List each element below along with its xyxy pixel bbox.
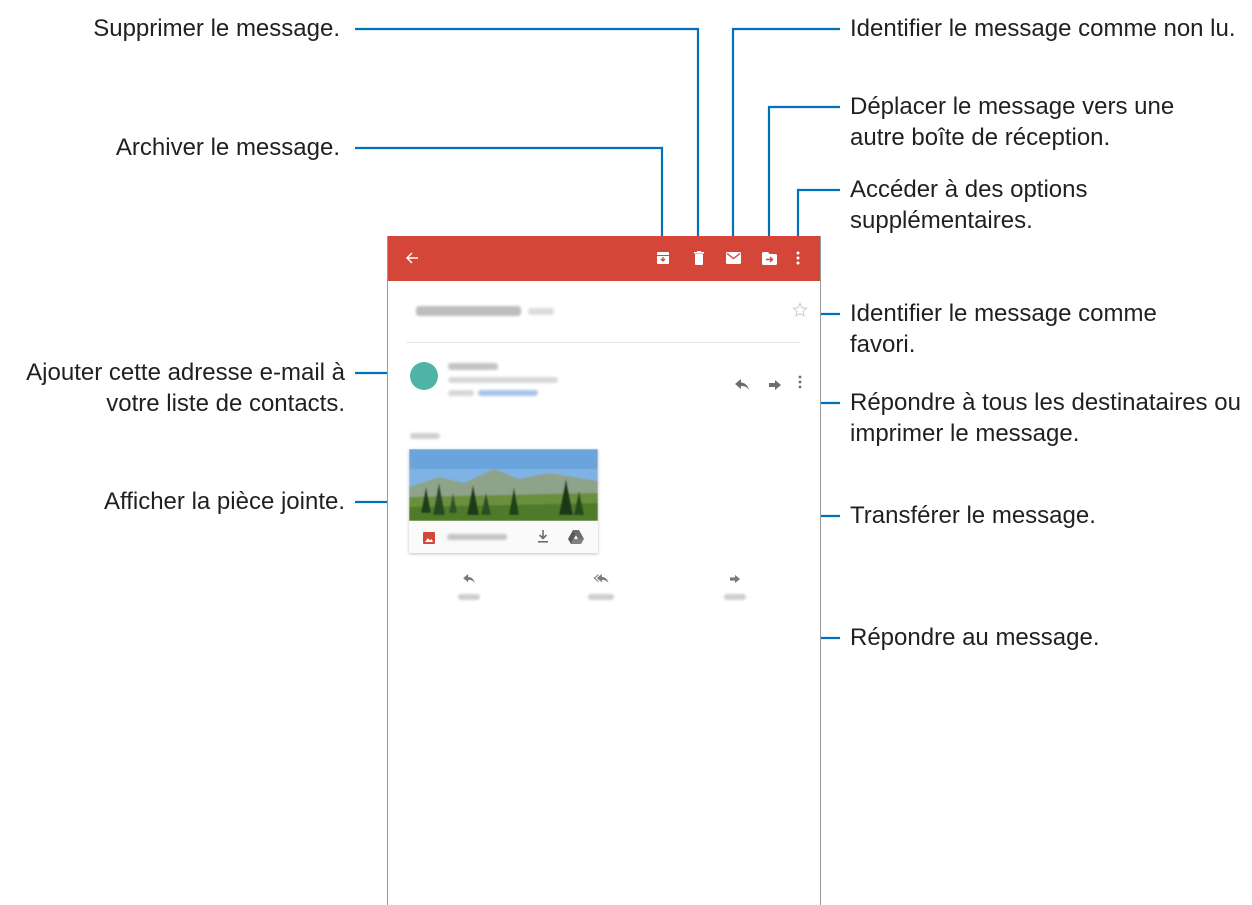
drive-icon[interactable] bbox=[568, 530, 584, 549]
attachment-card[interactable] bbox=[409, 449, 598, 553]
reply-all-button[interactable] bbox=[581, 574, 621, 606]
more-vert-icon[interactable] bbox=[788, 248, 808, 268]
attachment-thumbnail[interactable] bbox=[409, 449, 598, 521]
star-icon[interactable] bbox=[792, 302, 810, 320]
image-icon bbox=[423, 531, 435, 549]
message-body bbox=[410, 433, 440, 439]
callout-add-contact: Ajouter cette adresse e-mail à votre lis… bbox=[26, 359, 345, 417]
reply-button[interactable] bbox=[449, 574, 489, 606]
forward-button[interactable] bbox=[715, 574, 755, 606]
forward-icon[interactable] bbox=[769, 378, 783, 392]
attachment-filename bbox=[447, 534, 507, 540]
more-vert-icon[interactable] bbox=[798, 375, 804, 391]
sender-avatar[interactable] bbox=[410, 362, 438, 390]
back-arrow-icon[interactable] bbox=[402, 248, 422, 268]
leader-archive bbox=[355, 146, 664, 247]
callout-reply: Répondre au message. bbox=[850, 624, 1100, 651]
callout-view-attachment: Afficher la pièce jointe. bbox=[103, 488, 345, 515]
attachment-footer bbox=[409, 521, 598, 553]
callout-reply-all-print: Répondre à tous les destinataires ou imp… bbox=[850, 389, 1241, 447]
app-bar bbox=[388, 236, 820, 281]
divider bbox=[406, 342, 801, 343]
mark-unread-icon[interactable] bbox=[723, 248, 743, 268]
email-screen bbox=[387, 236, 821, 905]
leader-move bbox=[767, 105, 840, 247]
reply-icon[interactable] bbox=[735, 378, 749, 392]
message-subject bbox=[416, 305, 566, 317]
sender-info bbox=[448, 363, 608, 403]
download-icon[interactable] bbox=[537, 530, 549, 548]
leader-delete bbox=[355, 27, 700, 247]
callout-forward: Transférer le message. bbox=[850, 502, 1096, 529]
move-to-icon[interactable] bbox=[759, 248, 779, 268]
callout-more-options: Accéder à des options supplémentaires. bbox=[850, 176, 1088, 234]
callout-move: Déplacer le message vers une autre boîte… bbox=[850, 93, 1175, 151]
callout-favorite: Identifier le message comme favori. bbox=[850, 300, 1157, 358]
callout-delete: Supprimer le message. bbox=[93, 15, 340, 42]
leader-mark-unread bbox=[731, 27, 840, 247]
archive-icon[interactable] bbox=[653, 248, 673, 268]
callout-mark-unread: Identifier le message comme non lu. bbox=[850, 15, 1236, 42]
reply-all-icon bbox=[593, 574, 609, 584]
callout-archive: Archiver le message. bbox=[115, 134, 340, 161]
delete-icon[interactable] bbox=[689, 248, 709, 268]
